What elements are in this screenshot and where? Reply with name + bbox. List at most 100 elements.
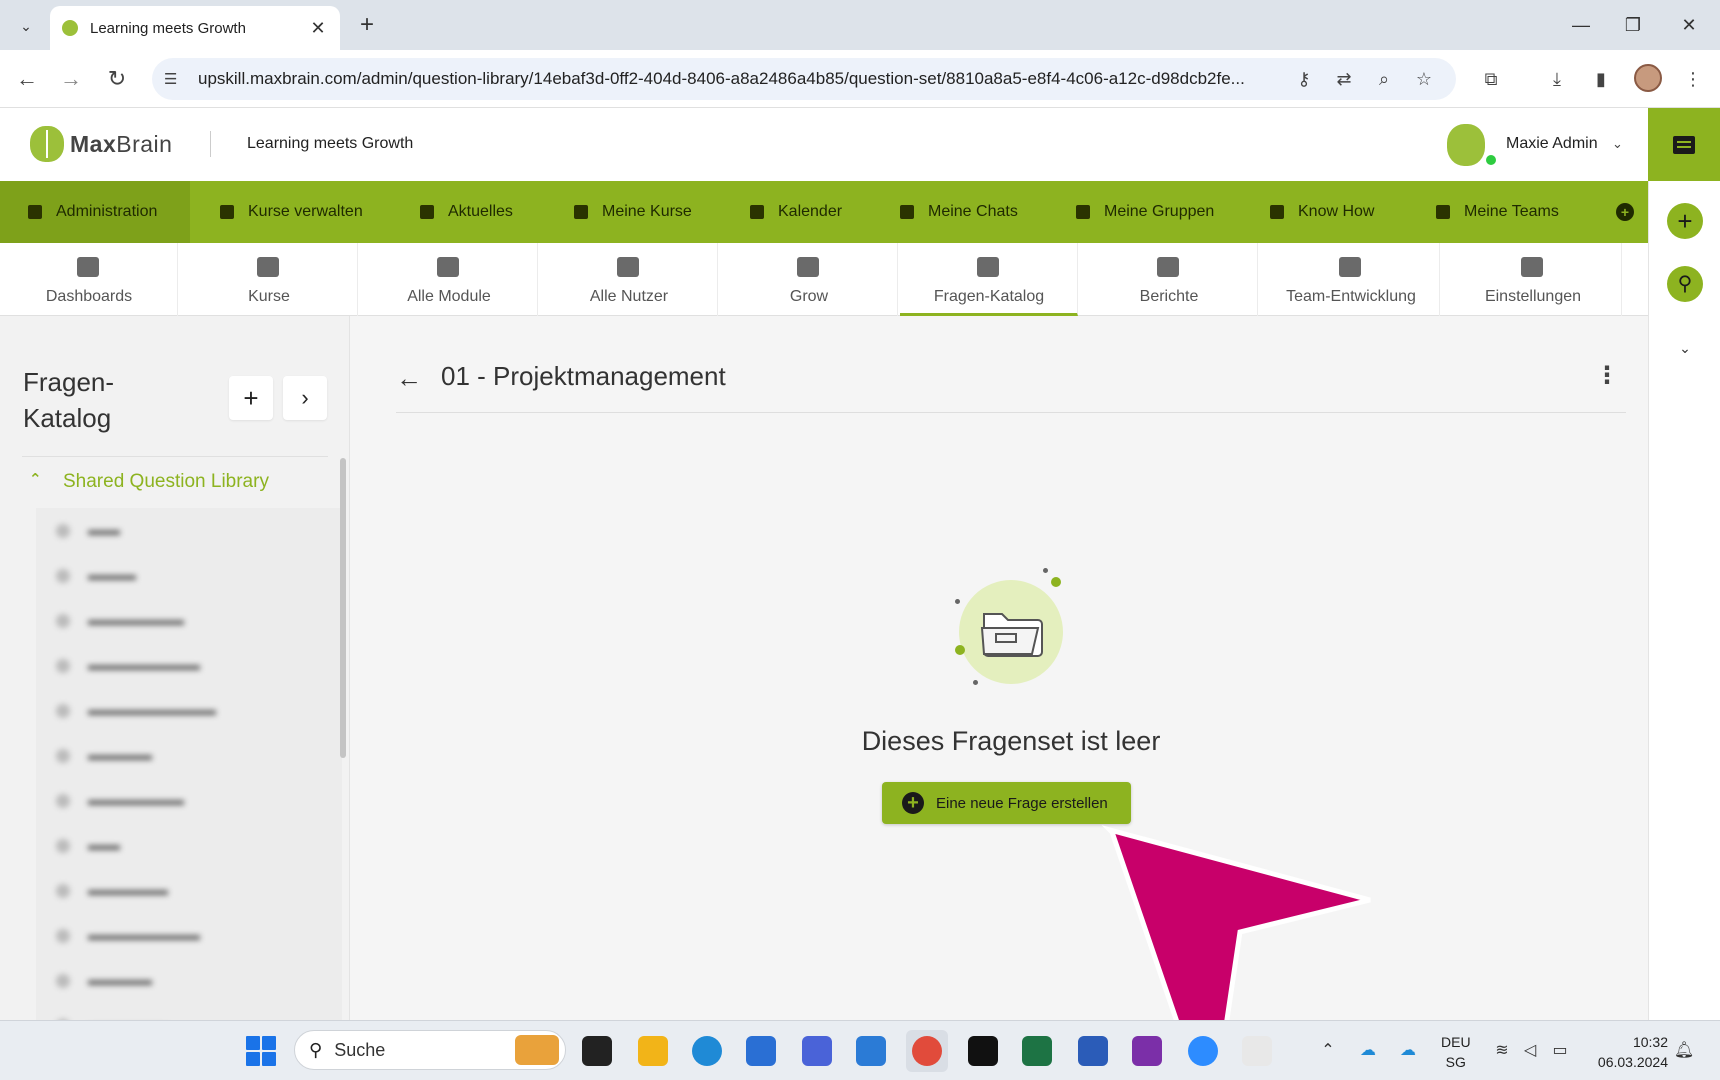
excel-icon[interactable] (1022, 1036, 1052, 1066)
tab-label: Alle Module (407, 288, 491, 305)
decor-dot (955, 645, 965, 655)
tab-grow[interactable]: Grow (720, 243, 898, 316)
nav-item-kurse-verwalten[interactable]: Kurse verwalten (220, 181, 363, 243)
add-question-set-button[interactable]: + (229, 376, 273, 420)
people-group-icon (797, 257, 819, 277)
nav-item-know-how[interactable]: Know How (1270, 181, 1374, 243)
zoom-icon[interactable]: ⌕ (1364, 69, 1404, 90)
list-item[interactable]: ▬▬▬▬ (36, 733, 342, 778)
window-minimize-icon[interactable]: — (1558, 8, 1604, 42)
list-item[interactable]: ▬▬▬ (36, 553, 342, 598)
language-indicator[interactable]: DEU SG (1441, 1032, 1471, 1072)
search-icon[interactable]: ⚲ (1667, 266, 1703, 302)
tab-search-dropdown-icon[interactable]: ⌄ (10, 10, 42, 42)
shared-library-label[interactable]: Shared Question Library (63, 471, 269, 493)
bookmark-star-icon[interactable]: ☆ (1404, 69, 1444, 90)
site-info-icon[interactable]: ☰ (164, 70, 186, 88)
window-restore-icon[interactable]: ❐ (1610, 8, 1656, 42)
downloads-icon[interactable]: ⤓ (1540, 62, 1574, 96)
online-status-dot (1486, 155, 1496, 165)
tab-team-entwicklung[interactable]: Team-Entwicklung (1262, 243, 1440, 316)
forward-icon[interactable]: → (54, 62, 88, 96)
tab-close-icon[interactable]: ✕ (308, 18, 328, 39)
speaker-muted-icon[interactable]: ◁ (1518, 1040, 1542, 1060)
zoom-app-icon[interactable] (1188, 1036, 1218, 1066)
nav-item-meine-teams[interactable]: Meine Teams (1436, 181, 1559, 243)
reload-icon[interactable]: ↻ (100, 62, 134, 96)
list-item[interactable]: ▬▬▬▬▬ (36, 868, 342, 913)
maxbrain-logo[interactable]: MaxBrain (30, 126, 172, 162)
word-icon[interactable] (1078, 1036, 1108, 1066)
system-clock[interactable]: 10:32 06.03.2024 (1592, 1032, 1668, 1072)
file-explorer-icon[interactable] (638, 1036, 668, 1066)
browser-tab-active[interactable]: Learning meets Growth ✕ (50, 6, 340, 50)
notification-bell-icon[interactable]: 🔔︎ (1672, 1040, 1696, 1060)
nav-item-meine-kurse[interactable]: Meine Kurse (574, 181, 692, 243)
tab-berichte[interactable]: Berichte (1080, 243, 1258, 316)
list-item[interactable]: ▬▬▬▬▬▬ (36, 598, 342, 643)
list-item[interactable]: ▬▬ (36, 508, 342, 553)
onedrive-icon[interactable]: ☁ (1396, 1040, 1420, 1060)
translate-icon[interactable]: ⇄ (1324, 69, 1364, 90)
list-item[interactable]: ▬▬▬▬▬▬▬ (36, 913, 342, 958)
chevron-up-icon[interactable]: ⌃ (29, 470, 42, 488)
browser-profile-avatar[interactable] (1634, 64, 1662, 92)
url-text[interactable]: upskill.maxbrain.com/admin/question-libr… (198, 69, 1284, 89)
todo-icon[interactable] (856, 1036, 886, 1066)
nav-item-meine-chats[interactable]: Meine Chats (900, 181, 1018, 243)
list-item[interactable]: ▬▬▬▬ (36, 958, 342, 1003)
wifi-icon[interactable]: ≋ (1490, 1040, 1514, 1060)
tab-kurse[interactable]: Kurse (180, 243, 358, 316)
user-name[interactable]: Maxie Admin (1506, 135, 1598, 153)
sidebar-scrollbar[interactable] (340, 458, 346, 758)
new-tab-icon[interactable]: + (352, 10, 382, 40)
question-set-title: 01 - Projektmanagement (441, 361, 726, 391)
list-item[interactable]: ▬▬ (36, 823, 342, 868)
list-item[interactable]: ▬▬▬▬▬▬▬▬ (36, 688, 342, 733)
battery-icon[interactable]: ▭ (1548, 1040, 1572, 1060)
password-key-icon[interactable]: ⚷ (1284, 69, 1324, 90)
address-bar[interactable]: ☰ upskill.maxbrain.com/admin/question-li… (152, 58, 1456, 100)
more-options-icon[interactable]: ⋮ (1595, 361, 1619, 390)
windows-start-icon[interactable] (246, 1036, 276, 1066)
onenote-icon[interactable] (1132, 1036, 1162, 1066)
slack-icon[interactable] (1242, 1036, 1272, 1066)
onedrive-icon[interactable]: ☁ (1356, 1040, 1380, 1060)
browser-menu-icon[interactable]: ⋮ (1676, 62, 1710, 96)
list-item[interactable]: ▬▬▬▬▬▬▬ (36, 643, 342, 688)
chrome-icon[interactable] (912, 1036, 942, 1066)
chevron-right-icon[interactable]: › (283, 376, 327, 420)
tab-einstellungen[interactable]: Einstellungen (1444, 243, 1622, 316)
task-view-icon[interactable] (582, 1036, 612, 1066)
nav-more-icon[interactable]: + (1616, 203, 1634, 221)
add-icon[interactable]: + (1667, 203, 1703, 239)
side-panel-icon[interactable]: ▮ (1584, 62, 1618, 96)
tab-alle-module[interactable]: Alle Module (360, 243, 538, 316)
back-arrow-icon[interactable]: ← (396, 363, 422, 394)
tab-dashboards[interactable]: Dashboards (0, 243, 178, 316)
chevron-up-icon[interactable]: ⌃ (1316, 1040, 1340, 1060)
chevron-down-icon[interactable]: ⌄ (1672, 340, 1698, 357)
tab-label: Fragen-Katalog (933, 288, 1045, 305)
tab-fragen-katalog[interactable]: Fragen-Katalog (900, 243, 1078, 316)
chat-panel-button[interactable] (1648, 108, 1720, 181)
list-item[interactable]: ▬▬▬▬▬▬ (36, 778, 342, 823)
figma-icon[interactable] (968, 1036, 998, 1066)
tab-alle-nutzer[interactable]: Alle Nutzer (540, 243, 718, 316)
create-question-button[interactable]: + Eine neue Frage erstellen (882, 782, 1131, 824)
nav-item-label: Meine Teams (1464, 203, 1559, 220)
chevron-down-icon[interactable]: ⌄ (1612, 136, 1623, 152)
nav-item-aktuelles[interactable]: Aktuelles (420, 181, 513, 243)
list-item[interactable]: ▬▬▬▬▬ (36, 1003, 342, 1020)
user-avatar[interactable] (1447, 124, 1485, 166)
taskbar-search[interactable]: ⚲ Suche (294, 1030, 566, 1070)
window-close-icon[interactable]: ✕ (1666, 8, 1712, 42)
store-icon[interactable] (746, 1036, 776, 1066)
nav-item-meine-gruppen[interactable]: Meine Gruppen (1076, 181, 1214, 243)
edge-icon[interactable] (692, 1036, 722, 1066)
nav-item-kalender[interactable]: Kalender (750, 181, 842, 243)
extensions-icon[interactable]: ⧉ (1474, 62, 1508, 96)
nav-item-administration[interactable]: Administration (0, 181, 190, 243)
app-a-icon[interactable] (802, 1036, 832, 1066)
back-icon[interactable]: ← (10, 62, 44, 96)
